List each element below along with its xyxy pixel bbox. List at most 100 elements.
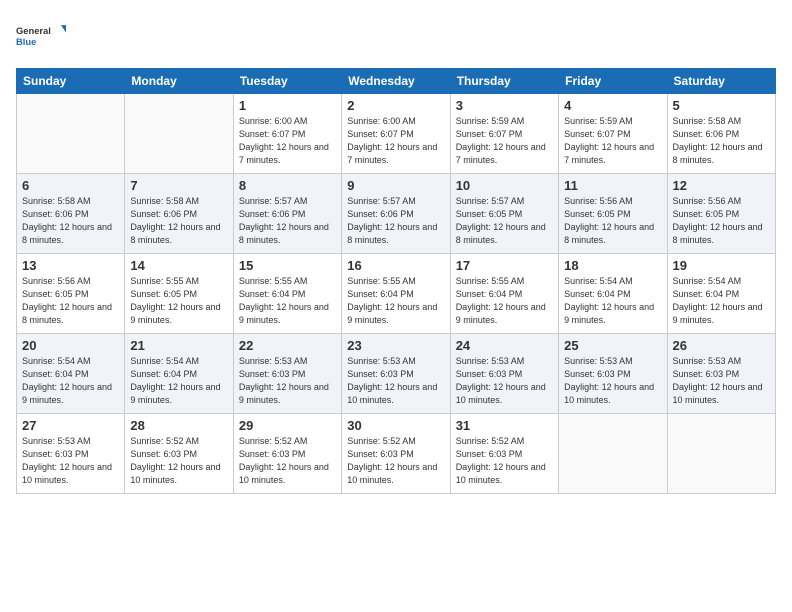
weekday-header: Tuesday [233,69,341,94]
day-number: 30 [347,418,444,433]
calendar-cell: 2 Sunrise: 6:00 AM Sunset: 6:07 PM Daylig… [342,94,450,174]
day-number: 17 [456,258,553,273]
calendar-cell: 10 Sunrise: 5:57 AM Sunset: 6:05 PM Dayli… [450,174,558,254]
day-info: Sunrise: 5:52 AM Sunset: 6:03 PM Dayligh… [456,435,553,487]
day-info: Sunrise: 5:53 AM Sunset: 6:03 PM Dayligh… [564,355,661,407]
day-number: 25 [564,338,661,353]
calendar-cell: 21Sunrise: 5:54 AM Sunset: 6:04 PM Dayli… [125,334,233,414]
day-number: 7 [130,178,227,193]
day-number: 3 [456,98,553,113]
day-info: Sunrise: 5:54 AM Sunset: 6:04 PM Dayligh… [564,275,661,327]
calendar-cell: 29 Sunrise: 5:52 AM Sunset: 6:03 PM Dayli… [233,414,341,494]
day-info: Sunrise: 5:53 AM Sunset: 6:03 PM Dayligh… [456,355,553,407]
calendar-week-row: 20 Sunrise: 5:54 AM Sunset: 6:04 PM Dayli… [17,334,776,414]
day-number: 16 [347,258,444,273]
logo: General Blue [16,16,66,58]
calendar-cell: 7 Sunrise: 5:58 AM Sunset: 6:06 PM Daylig… [125,174,233,254]
day-number: 20 [22,338,119,353]
day-info: Sunrise: 5:58 AM Sunset: 6:06 PM Dayligh… [22,195,119,247]
day-number: 2 [347,98,444,113]
day-number: 29 [239,418,336,433]
day-number: 27 [22,418,119,433]
svg-text:Blue: Blue [16,37,36,47]
day-info: Sunrise: 5:55 AM Sunset: 6:04 PM Dayligh… [347,275,444,327]
day-info: Sunrise: 5:56 AM Sunset: 6:05 PM Dayligh… [673,195,770,247]
calendar-cell: 11Sunrise: 5:56 AM Sunset: 6:05 PM Dayli… [559,174,667,254]
day-number: 12 [673,178,770,193]
weekday-header: Friday [559,69,667,94]
day-info: Sunrise: 5:56 AM Sunset: 6:05 PM Dayligh… [22,275,119,327]
day-info: Sunrise: 5:59 AM Sunset: 6:07 PM Dayligh… [456,115,553,167]
day-number: 10 [456,178,553,193]
calendar-cell: 28 Sunrise: 5:52 AM Sunset: 6:03 PM Dayli… [125,414,233,494]
calendar-cell: 1 Sunrise: 6:00 AM Sunset: 6:07 PM Daylig… [233,94,341,174]
day-number: 9 [347,178,444,193]
weekday-header: Thursday [450,69,558,94]
svg-text:General: General [16,26,51,36]
calendar-week-row: 13 Sunrise: 5:56 AM Sunset: 6:05 PM Dayli… [17,254,776,334]
calendar-cell: 22Sunrise: 5:53 AM Sunset: 6:03 PM Dayli… [233,334,341,414]
day-info: Sunrise: 5:57 AM Sunset: 6:05 PM Dayligh… [456,195,553,247]
calendar-cell: 8 Sunrise: 5:57 AM Sunset: 6:06 PM Daylig… [233,174,341,254]
calendar-cell: 26 Sunrise: 5:53 AM Sunset: 6:03 PM Dayli… [667,334,775,414]
calendar-cell [667,414,775,494]
day-number: 26 [673,338,770,353]
day-info: Sunrise: 5:57 AM Sunset: 6:06 PM Dayligh… [239,195,336,247]
day-info: Sunrise: 5:54 AM Sunset: 6:04 PM Dayligh… [22,355,119,407]
calendar-table: SundayMondayTuesdayWednesdayThursdayFrid… [16,68,776,494]
weekday-header: Wednesday [342,69,450,94]
calendar-cell: 5Sunrise: 5:58 AM Sunset: 6:06 PM Daylig… [667,94,775,174]
day-info: Sunrise: 5:52 AM Sunset: 6:03 PM Dayligh… [130,435,227,487]
calendar-cell: 6 Sunrise: 5:58 AM Sunset: 6:06 PM Daylig… [17,174,125,254]
page-header: General Blue [16,16,776,58]
day-number: 4 [564,98,661,113]
day-number: 21 [130,338,227,353]
day-info: Sunrise: 5:56 AM Sunset: 6:05 PM Dayligh… [564,195,661,247]
weekday-header: Monday [125,69,233,94]
calendar-cell: 17 Sunrise: 5:55 AM Sunset: 6:04 PM Dayli… [450,254,558,334]
day-number: 13 [22,258,119,273]
day-info: Sunrise: 6:00 AM Sunset: 6:07 PM Dayligh… [347,115,444,167]
day-number: 8 [239,178,336,193]
day-number: 23 [347,338,444,353]
day-number: 18 [564,258,661,273]
day-info: Sunrise: 5:59 AM Sunset: 6:07 PM Dayligh… [564,115,661,167]
day-info: Sunrise: 5:55 AM Sunset: 6:04 PM Dayligh… [456,275,553,327]
calendar-cell: 30 Sunrise: 5:52 AM Sunset: 6:03 PM Dayli… [342,414,450,494]
day-info: Sunrise: 5:58 AM Sunset: 6:06 PM Dayligh… [673,115,770,167]
calendar-cell: 13 Sunrise: 5:56 AM Sunset: 6:05 PM Dayli… [17,254,125,334]
calendar-cell [17,94,125,174]
day-info: Sunrise: 5:55 AM Sunset: 6:04 PM Dayligh… [239,275,336,327]
calendar-cell: 19 Sunrise: 5:54 AM Sunset: 6:04 PM Dayli… [667,254,775,334]
calendar-cell: 16 Sunrise: 5:55 AM Sunset: 6:04 PM Dayli… [342,254,450,334]
day-number: 14 [130,258,227,273]
day-info: Sunrise: 5:52 AM Sunset: 6:03 PM Dayligh… [347,435,444,487]
day-info: Sunrise: 6:00 AM Sunset: 6:07 PM Dayligh… [239,115,336,167]
calendar-header: SundayMondayTuesdayWednesdayThursdayFrid… [17,69,776,94]
calendar-cell: 20 Sunrise: 5:54 AM Sunset: 6:04 PM Dayli… [17,334,125,414]
day-number: 1 [239,98,336,113]
day-info: Sunrise: 5:58 AM Sunset: 6:06 PM Dayligh… [130,195,227,247]
calendar-cell: 24 Sunrise: 5:53 AM Sunset: 6:03 PM Dayli… [450,334,558,414]
day-info: Sunrise: 5:53 AM Sunset: 6:03 PM Dayligh… [347,355,444,407]
weekday-header: Sunday [17,69,125,94]
calendar-cell: 23 Sunrise: 5:53 AM Sunset: 6:03 PM Dayli… [342,334,450,414]
calendar-cell: 14Sunrise: 5:55 AM Sunset: 6:05 PM Dayli… [125,254,233,334]
calendar-week-row: 27 Sunrise: 5:53 AM Sunset: 6:03 PM Dayli… [17,414,776,494]
day-number: 6 [22,178,119,193]
day-number: 24 [456,338,553,353]
calendar-cell: 9 Sunrise: 5:57 AM Sunset: 6:06 PM Daylig… [342,174,450,254]
day-number: 28 [130,418,227,433]
day-number: 31 [456,418,553,433]
day-info: Sunrise: 5:52 AM Sunset: 6:03 PM Dayligh… [239,435,336,487]
calendar-cell [125,94,233,174]
day-info: Sunrise: 5:53 AM Sunset: 6:03 PM Dayligh… [22,435,119,487]
weekday-header: Saturday [667,69,775,94]
calendar-week-row: 6 Sunrise: 5:58 AM Sunset: 6:06 PM Daylig… [17,174,776,254]
calendar-cell: 3 Sunrise: 5:59 AM Sunset: 6:07 PM Daylig… [450,94,558,174]
day-info: Sunrise: 5:57 AM Sunset: 6:06 PM Dayligh… [347,195,444,247]
day-info: Sunrise: 5:54 AM Sunset: 6:04 PM Dayligh… [673,275,770,327]
day-info: Sunrise: 5:53 AM Sunset: 6:03 PM Dayligh… [673,355,770,407]
day-number: 19 [673,258,770,273]
calendar-cell [559,414,667,494]
